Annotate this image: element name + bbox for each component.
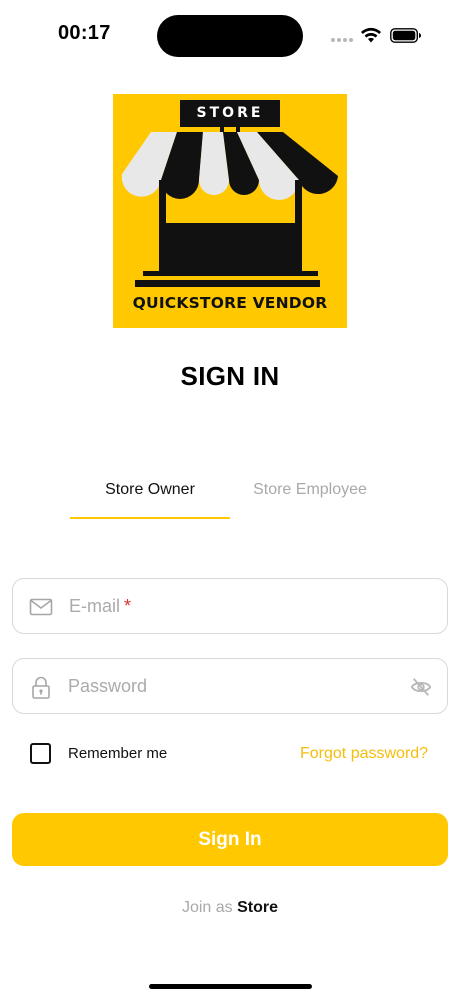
active-tab-indicator [70,517,230,519]
status-time: 00:17 [58,22,111,44]
eye-off-icon[interactable] [410,676,432,698]
battery-icon [390,28,421,43]
join-prefix: Join as [181,899,233,916]
logo-brand-text: QUICKSTORE VENDOR [132,294,328,312]
tab-store-employee[interactable]: Store Employee [230,481,390,499]
remember-me-checkbox[interactable] [30,743,51,764]
join-as-text: Join as Store [0,899,460,917]
email-field-container[interactable]: E-mail * [12,578,448,634]
mail-icon [29,598,53,616]
storefront-icon [121,100,338,287]
sign-in-button[interactable]: Sign In [12,813,448,866]
password-field-container[interactable] [12,658,448,714]
forgot-password-link[interactable]: Forgot password? [300,745,428,763]
join-as-store-link[interactable]: Store [237,899,278,916]
lock-icon [32,676,50,699]
status-bar: 00:17 [0,0,460,72]
quickstore-vendor-logo: STORE QUICKSTORE VENDOR [113,94,347,328]
email-input[interactable] [68,587,398,625]
remember-me-label: Remember me [68,745,168,762]
cellular-signal-icon [331,38,353,42]
wifi-icon [361,27,381,43]
tab-store-owner[interactable]: Store Owner [70,481,230,499]
home-indicator[interactable] [149,984,312,989]
password-input[interactable] [68,667,398,705]
dynamic-island [157,15,303,57]
page-title: SIGN IN [180,361,280,391]
logo-sign-text: STORE [196,105,264,121]
